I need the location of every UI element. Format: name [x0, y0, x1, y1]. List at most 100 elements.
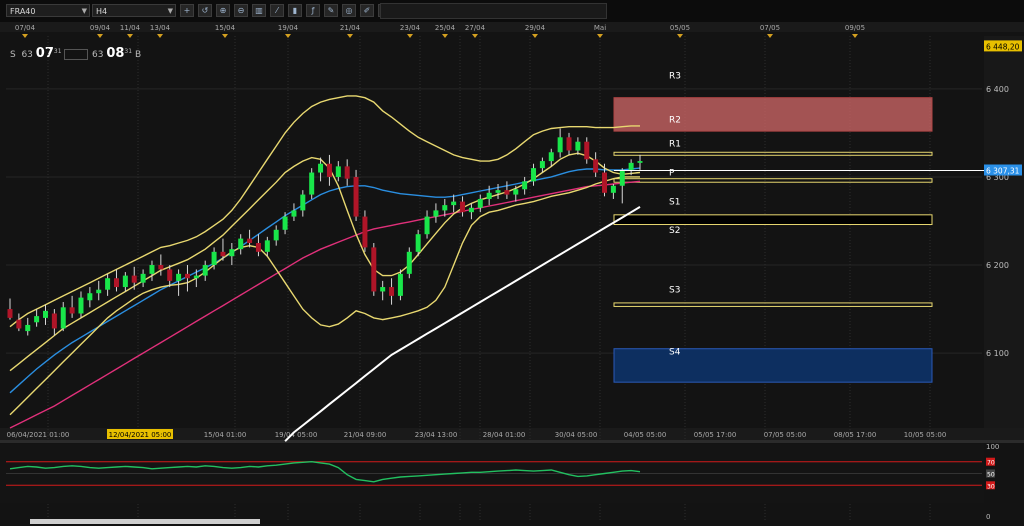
candle-body	[548, 152, 554, 162]
candle-body	[557, 137, 563, 153]
pivot-label-r3: R3	[669, 72, 681, 82]
toolbar-search-field[interactable]	[380, 3, 607, 19]
bottom-date-label: 28/04 01:00	[483, 431, 526, 439]
top-date-label: 15/04	[215, 24, 236, 32]
reset-icon[interactable]: ↺	[198, 4, 212, 17]
clock-right-sec: 31	[124, 48, 133, 55]
candle-body	[539, 161, 545, 169]
timeframe-value: H4	[96, 7, 108, 16]
candle-body	[397, 273, 403, 296]
clock-left-num: 63	[21, 50, 33, 60]
highlighted-date-box	[107, 429, 173, 439]
pivot-zone-s1	[613, 214, 933, 226]
pivot-zone-r2	[613, 97, 933, 132]
series-line	[9, 180, 641, 429]
candle-body	[371, 247, 377, 292]
date-strip-top	[0, 22, 1024, 32]
session-marker	[127, 34, 133, 38]
top-date-label: Mai	[594, 24, 606, 32]
bottom-date-label: 23/04 13:00	[415, 431, 458, 439]
pivot-label-r2: R2	[669, 116, 681, 126]
oscillator-level-tag	[986, 457, 995, 466]
candle-body	[344, 166, 350, 179]
candle-body	[282, 216, 288, 230]
chevron-down-icon: ▼	[167, 7, 173, 15]
session-marker	[222, 34, 228, 38]
indicator-icon[interactable]: ƒ	[306, 4, 320, 17]
bottom-date-label: 06/04/2021 01:00	[7, 431, 70, 439]
clock-field[interactable]	[64, 49, 89, 60]
clock-left-sec: 31	[53, 48, 62, 55]
candle-body	[504, 190, 510, 195]
candle-body	[264, 240, 270, 252]
bottom-date-label: 15/04 01:00	[204, 431, 247, 439]
bottom-date-label: 30/04 05:00	[555, 431, 598, 439]
candle-icon[interactable]: ▮	[288, 4, 302, 17]
price-tag-top-label: 6 448,20	[986, 42, 1020, 51]
candle-body	[247, 238, 253, 244]
candle-body	[326, 163, 332, 177]
candle-body	[87, 293, 93, 301]
pivot-zone-r1	[613, 151, 933, 156]
line-chart-icon[interactable]: ⁄	[270, 4, 284, 17]
candle-body	[495, 190, 501, 193]
candle-body	[16, 319, 22, 329]
candle-body	[610, 185, 616, 193]
series-line	[9, 95, 640, 328]
clock-right-suffix: B	[134, 50, 142, 60]
zoom-out-icon[interactable]: ⊖	[234, 4, 248, 17]
chevron-down-icon: ▼	[81, 7, 87, 15]
draw-icon[interactable]: ✎	[324, 4, 338, 17]
session-marker	[442, 34, 448, 38]
session-marker	[472, 34, 478, 38]
series-line	[9, 167, 641, 394]
pivot-label-s2: S2	[669, 226, 680, 236]
price-chart[interactable]: 6 100 6 200 6 300 6 400 07/04 09/04 11/04 13/04…	[0, 0, 1024, 526]
candle-body	[531, 168, 537, 182]
oscillator-level-tag	[986, 481, 995, 490]
bottom-date-label: 08/05 17:00	[834, 431, 877, 439]
clock-left-time: 07	[35, 46, 54, 61]
globe-icon[interactable]: ◎	[342, 4, 356, 17]
zoom-in-icon[interactable]: ⊕	[216, 4, 230, 17]
top-date-label: 07/05	[760, 24, 780, 32]
price-tag-last-label: 6 307,31	[986, 167, 1020, 176]
session-marker	[97, 34, 103, 38]
top-date-label: 23/04	[400, 24, 421, 32]
candle-body	[229, 249, 235, 257]
pivot-zone-s4	[613, 348, 933, 383]
crosshair-icon[interactable]: +	[180, 4, 194, 17]
panel-divider	[0, 440, 1024, 443]
candle-body	[468, 207, 474, 213]
candle-body	[96, 289, 102, 294]
candle-body	[122, 275, 128, 288]
candle-body	[60, 307, 66, 329]
top-date-label: 09/04	[90, 24, 111, 32]
candle-body	[602, 172, 608, 193]
symbol-selector[interactable]: FRA40 ▼	[6, 4, 90, 17]
bar-chart-icon[interactable]: ▥	[252, 4, 266, 17]
candle-body	[513, 189, 519, 195]
candle-body	[486, 192, 492, 199]
oscillator-level-label: 70	[987, 460, 995, 467]
bottom-date-label: 07/05 05:00	[764, 431, 807, 439]
candle-body	[593, 159, 599, 173]
pivot-label-s1: S1	[669, 198, 680, 208]
candle-body	[113, 278, 119, 288]
candle-body	[477, 198, 483, 208]
top-date-label: 05/05	[670, 24, 690, 32]
timeframe-selector[interactable]: H4 ▼	[92, 4, 176, 17]
series-line	[9, 152, 641, 372]
session-marker	[852, 34, 858, 38]
pencil-icon[interactable]: ✐	[360, 4, 374, 17]
candle-body	[335, 166, 341, 177]
y-tick-label: 6 200	[986, 261, 1009, 270]
candle-body	[309, 172, 315, 195]
top-date-label: 27/04	[465, 24, 486, 32]
candle-body	[291, 210, 297, 217]
oscillator-bottom-label: 0	[986, 513, 990, 521]
series-line	[9, 176, 640, 416]
series-line	[284, 206, 641, 442]
y-tick-label: 6 100	[986, 349, 1009, 358]
candle-body	[131, 275, 137, 283]
